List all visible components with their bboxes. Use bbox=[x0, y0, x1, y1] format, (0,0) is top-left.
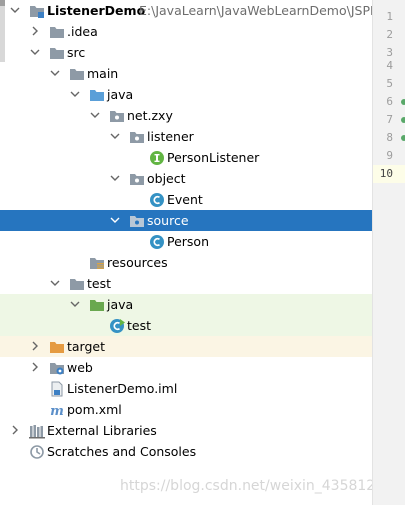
tree-row-web[interactable]: web bbox=[0, 357, 372, 378]
tree-row-label: PersonListener bbox=[167, 150, 260, 165]
watermark: https://blog.csdn.net/weixin_43581288 bbox=[120, 478, 372, 494]
tree-row-label: source bbox=[147, 213, 189, 228]
chevron-right-icon[interactable] bbox=[10, 425, 20, 435]
tree-row-label: net.zxy bbox=[127, 108, 173, 123]
tree-row-label: web bbox=[67, 360, 93, 375]
line-number: 1 bbox=[386, 10, 393, 23]
tree-row-label: pom.xml bbox=[67, 402, 122, 417]
tree-row-label: External Libraries bbox=[47, 423, 157, 438]
source-folder-icon bbox=[90, 90, 104, 101]
maven-file-icon: m bbox=[50, 404, 64, 418]
test-class-icon bbox=[110, 319, 125, 333]
tree-row-test[interactable]: test bbox=[0, 273, 372, 294]
tree-row-package-netzxy[interactable]: net.zxy bbox=[0, 105, 372, 126]
chevron-down-icon[interactable] bbox=[110, 215, 120, 225]
line-number: 9 bbox=[386, 149, 393, 162]
tree-row-package-source[interactable]: source bbox=[0, 210, 372, 231]
line-number: 3 bbox=[386, 46, 393, 59]
chevron-down-icon[interactable] bbox=[50, 278, 60, 288]
tree-row-main[interactable]: main bbox=[0, 63, 372, 84]
module-file-icon bbox=[51, 381, 63, 397]
tree-row-file-test[interactable]: test bbox=[0, 315, 372, 336]
test-source-folder-icon bbox=[90, 300, 104, 311]
line-number: 6 bbox=[386, 95, 393, 108]
class-icon bbox=[150, 235, 164, 249]
project-name: ListenerDemo bbox=[47, 3, 146, 18]
tree-row-label: Person bbox=[167, 234, 210, 249]
tree-row-label: listener bbox=[147, 129, 194, 144]
tree-row-label: resources bbox=[107, 255, 168, 270]
package-icon bbox=[130, 174, 144, 185]
line-number: 10 bbox=[379, 167, 393, 180]
tree-row-label: main bbox=[87, 66, 119, 81]
tree-row-label: .idea bbox=[67, 24, 98, 39]
tree-row-src[interactable]: src bbox=[0, 42, 372, 63]
tree-row-scratches[interactable]: Scratches and Consoles bbox=[0, 441, 372, 462]
line-number: 7 bbox=[386, 113, 393, 126]
module-folder-icon bbox=[30, 6, 44, 18]
folder-icon bbox=[70, 69, 84, 80]
line-number: 5 bbox=[386, 77, 393, 90]
tree-row-label: test bbox=[87, 276, 112, 291]
chevron-right-icon[interactable] bbox=[30, 362, 40, 372]
chevron-down-icon[interactable] bbox=[70, 299, 80, 309]
folder-icon bbox=[50, 27, 64, 38]
chevron-down-icon[interactable] bbox=[10, 5, 20, 15]
tree-row-file-iml[interactable]: ListenerDemo.iml bbox=[0, 378, 372, 399]
excluded-folder-icon bbox=[50, 342, 64, 353]
library-icon bbox=[29, 425, 45, 439]
tree-row-label: java bbox=[107, 87, 134, 102]
chevron-down-icon[interactable] bbox=[90, 110, 100, 120]
tree-row-label: target bbox=[67, 339, 106, 354]
tree-row-external-libraries[interactable]: External Libraries bbox=[0, 420, 372, 441]
tree-row-file-personlistener[interactable]: PersonListener bbox=[0, 147, 372, 168]
tree-row-label: test bbox=[127, 318, 152, 333]
line-number: 4 bbox=[386, 59, 393, 72]
tree-row-label: java bbox=[107, 297, 134, 312]
tree-row-main-java[interactable]: java bbox=[0, 84, 372, 105]
chevron-down-icon[interactable] bbox=[70, 89, 80, 99]
line-number: 2 bbox=[386, 28, 393, 41]
chevron-down-icon[interactable] bbox=[50, 68, 60, 78]
package-icon bbox=[130, 216, 144, 227]
interface-icon bbox=[150, 151, 164, 165]
tree-row-target[interactable]: target bbox=[0, 336, 372, 357]
class-icon bbox=[150, 193, 164, 207]
chevron-down-icon[interactable] bbox=[110, 131, 120, 141]
tree-row-package-listener[interactable]: listener bbox=[0, 126, 372, 147]
resources-folder-icon bbox=[90, 258, 104, 269]
svg-text:m: m bbox=[50, 404, 64, 418]
gutter-marker-icon[interactable] bbox=[401, 117, 405, 123]
chevron-right-icon[interactable] bbox=[30, 26, 40, 36]
tree-row-file-person[interactable]: Person bbox=[0, 231, 372, 252]
tree-row-file-pom[interactable]: m pom.xml bbox=[0, 399, 372, 420]
tree-row-label: src bbox=[67, 45, 86, 60]
gutter-marker-icon[interactable] bbox=[401, 135, 405, 141]
project-path: E:\JavaLearn\JavaWebLearnDemo\JSPLe bbox=[139, 3, 372, 18]
tree-row-file-event[interactable]: Event bbox=[0, 189, 372, 210]
folder-icon bbox=[50, 48, 64, 59]
tree-row-label: Scratches and Consoles bbox=[47, 444, 197, 459]
package-icon bbox=[130, 132, 144, 143]
tree-row-label: object bbox=[147, 171, 186, 186]
tree-row-idea[interactable]: .idea bbox=[0, 21, 372, 42]
package-icon bbox=[110, 111, 124, 122]
editor-gutter: 1 2 3 4 5 6 7 8 9 10 bbox=[372, 0, 405, 505]
chevron-down-icon[interactable] bbox=[30, 47, 40, 57]
tree-row-package-object[interactable]: object bbox=[0, 168, 372, 189]
tree-row-label: Event bbox=[167, 192, 203, 207]
tree-row-label: ListenerDemo.iml bbox=[67, 381, 178, 396]
tree-row-resources[interactable]: resources bbox=[0, 252, 372, 273]
tree-row-test-java[interactable]: java bbox=[0, 294, 372, 315]
folder-icon bbox=[70, 279, 84, 290]
chevron-right-icon[interactable] bbox=[30, 341, 40, 351]
project-tree-panel: ListenerDemo E:\JavaLearn\JavaWebLearnDe… bbox=[0, 0, 372, 505]
line-number: 8 bbox=[386, 131, 393, 144]
tree-row-project-root[interactable]: ListenerDemo E:\JavaLearn\JavaWebLearnDe… bbox=[0, 0, 372, 21]
web-folder-icon bbox=[50, 363, 64, 375]
chevron-down-icon[interactable] bbox=[110, 173, 120, 183]
scratches-icon bbox=[30, 445, 44, 459]
gutter-marker-icon[interactable] bbox=[401, 99, 405, 105]
